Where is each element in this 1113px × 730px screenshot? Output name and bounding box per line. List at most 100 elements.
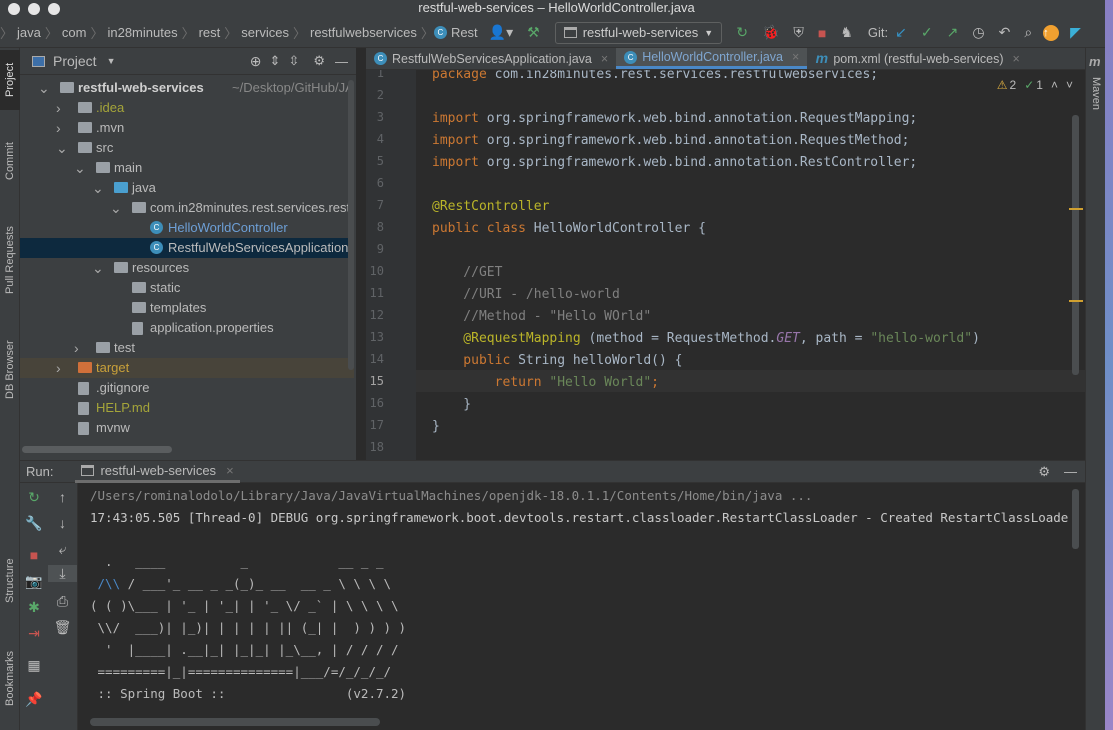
locate-icon[interactable]: ⊕ bbox=[250, 53, 262, 70]
search-icon[interactable]: ⌕ bbox=[1024, 24, 1032, 41]
git-commit-icon[interactable]: ✓ bbox=[921, 24, 933, 41]
wrench-icon[interactable]: 🔧 bbox=[20, 515, 48, 532]
project-view-selector[interactable]: Project bbox=[53, 53, 97, 69]
console-vertical-scrollbar[interactable] bbox=[1072, 489, 1079, 549]
rerun-icon[interactable]: ↻ bbox=[20, 489, 48, 506]
hide-icon[interactable]: — bbox=[335, 54, 348, 69]
trash-icon[interactable]: 🗑 bbox=[48, 619, 77, 636]
tree-item[interactable]: ⌄ src bbox=[20, 138, 354, 158]
chevron-down-icon[interactable]: ⌄ bbox=[56, 138, 68, 158]
rerun-icon[interactable]: ↻ bbox=[736, 24, 748, 41]
run-configuration-select[interactable]: restful-web-services ▼ bbox=[554, 21, 723, 44]
tree-item[interactable]: › .mvn bbox=[20, 118, 354, 138]
tree-item[interactable]: › .idea bbox=[20, 98, 354, 118]
stop-icon[interactable]: ■ bbox=[818, 25, 826, 41]
horizontal-scrollbar[interactable] bbox=[22, 446, 172, 453]
chevron-down-icon[interactable]: ⌄ bbox=[92, 258, 104, 278]
tree-item[interactable]: templates bbox=[20, 298, 354, 318]
soft-wrap-icon[interactable]: ⤶ bbox=[48, 541, 77, 558]
tree-item[interactable]: ⌄ main bbox=[20, 158, 354, 178]
breadcrumb-com[interactable]: com bbox=[62, 25, 87, 40]
chevron-down-icon[interactable]: ⌄ bbox=[38, 78, 50, 98]
git-push-icon[interactable]: ↗ bbox=[947, 24, 959, 41]
breadcrumb-rest[interactable]: rest bbox=[199, 25, 221, 40]
debug-bug-icon[interactable]: 🐞 bbox=[762, 24, 779, 41]
run-with-coverage-icon[interactable]: ⛨ bbox=[793, 24, 804, 41]
chevron-down-icon[interactable]: ⌄ bbox=[110, 198, 122, 218]
tool-tab-project[interactable]: Project bbox=[0, 50, 20, 110]
arrow-up-icon[interactable]: ↑ bbox=[48, 489, 77, 505]
update-icon[interactable]: ↑ bbox=[1043, 24, 1060, 41]
tree-item[interactable]: ⌄ java bbox=[20, 178, 354, 198]
user-icon[interactable]: 👤▾ bbox=[489, 24, 513, 41]
profiler-icon[interactable]: ♞ bbox=[840, 24, 853, 41]
tree-item[interactable]: C HelloWorldController bbox=[20, 218, 354, 238]
close-icon[interactable]: × bbox=[601, 52, 608, 66]
build-hammer-icon[interactable]: ⚒ bbox=[527, 24, 540, 41]
tree-item[interactable]: .gitignore bbox=[20, 378, 354, 398]
tree-item[interactable]: › test bbox=[20, 338, 354, 358]
tool-tab-structure[interactable]: Structure bbox=[0, 546, 20, 616]
collapse-all-icon[interactable]: ⇳ bbox=[288, 53, 299, 69]
tree-item[interactable]: mvnw bbox=[20, 418, 354, 438]
tree-item[interactable]: › target bbox=[20, 358, 354, 378]
breadcrumb-services[interactable]: services bbox=[241, 25, 289, 40]
close-icon[interactable]: × bbox=[1012, 52, 1019, 66]
print-icon[interactable]: ⎙ bbox=[48, 593, 77, 610]
git-history-icon[interactable]: ◷ bbox=[972, 24, 984, 41]
chevron-down-icon[interactable]: ⌄ bbox=[74, 158, 86, 178]
code-with-me-icon[interactable]: ◤ bbox=[1070, 24, 1081, 41]
breadcrumb-restfulwebservices[interactable]: restfulwebservices bbox=[310, 25, 417, 40]
next-highlight-icon[interactable]: ˅ bbox=[1066, 78, 1073, 92]
run-tab[interactable]: restful-web-services × bbox=[75, 461, 240, 483]
chevron-right-icon[interactable]: › bbox=[56, 358, 66, 378]
gear-icon[interactable]: ⚙ bbox=[1038, 464, 1050, 480]
tree-item[interactable]: static bbox=[20, 278, 354, 298]
gear-icon[interactable]: ⚙ bbox=[313, 53, 325, 69]
minimize-window-button[interactable] bbox=[28, 3, 40, 15]
tool-tab-bookmarks[interactable]: Bookmarks bbox=[0, 638, 20, 718]
chevron-right-icon[interactable]: › bbox=[74, 338, 84, 358]
inspection-widget[interactable]: ⚠ 2 ✓ 1 ˄ ˅ bbox=[997, 78, 1073, 92]
chevron-down-icon[interactable]: ▼ bbox=[107, 56, 116, 66]
breadcrumb-java[interactable]: java bbox=[17, 25, 41, 40]
stop-icon[interactable]: ■ bbox=[20, 547, 48, 563]
chevron-right-icon[interactable]: › bbox=[56, 118, 66, 138]
editor-tab[interactable]: m pom.xml (restful-web-services) × bbox=[807, 48, 1027, 69]
debug-attach-icon[interactable]: ✱ bbox=[20, 599, 48, 616]
scroll-to-end-icon[interactable]: ⤓ bbox=[48, 565, 77, 582]
tool-tab-commit[interactable]: Commit bbox=[0, 130, 20, 192]
chevron-down-icon[interactable]: ⌄ bbox=[92, 178, 104, 198]
camera-icon[interactable]: 📷 bbox=[20, 573, 48, 590]
tree-item[interactable]: C RestfulWebServicesApplication bbox=[20, 238, 354, 258]
previous-highlight-icon[interactable]: ˄ bbox=[1051, 78, 1058, 92]
breadcrumb-in28minutes[interactable]: in28minutes bbox=[107, 25, 177, 40]
expand-all-icon[interactable]: ⇕ bbox=[270, 53, 281, 69]
tree-item[interactable]: application.properties bbox=[20, 318, 354, 338]
hide-icon[interactable]: — bbox=[1064, 464, 1077, 479]
console-output[interactable]: /Users/rominalodolo/Library/Java/JavaVir… bbox=[90, 485, 1070, 715]
tool-tab-db-browser[interactable]: DB Browser bbox=[0, 330, 20, 410]
tree-item[interactable]: ⌄ restful-web-services ~/Desktop/GitHub/JA bbox=[20, 78, 354, 98]
tool-tab-maven[interactable]: Maven bbox=[1086, 72, 1106, 116]
chevron-right-icon[interactable]: › bbox=[56, 98, 66, 118]
git-update-icon[interactable]: ↙ bbox=[895, 24, 907, 41]
tree-item[interactable]: ⌄ com.in28minutes.rest.services.restfulwe… bbox=[20, 198, 354, 218]
layout-icon[interactable]: ▦ bbox=[20, 657, 48, 674]
editor-tab[interactable]: C HelloWorldController.java × bbox=[616, 48, 808, 69]
pin-icon[interactable]: 📌 bbox=[20, 691, 48, 708]
tree-item[interactable]: ⌄ resources bbox=[20, 258, 354, 278]
close-icon[interactable]: × bbox=[792, 50, 799, 64]
rollback-icon[interactable]: ↶ bbox=[999, 24, 1011, 41]
breadcrumb-class[interactable]: Rest bbox=[451, 25, 478, 40]
tool-tab-pull-requests[interactable]: Pull Requests bbox=[0, 210, 20, 310]
tree-item[interactable]: HELP.md bbox=[20, 398, 354, 418]
tree-item-label: HELP.md bbox=[96, 400, 150, 415]
close-window-button[interactable] bbox=[8, 3, 20, 15]
exit-icon[interactable]: ⇥ bbox=[20, 625, 48, 642]
arrow-down-icon[interactable]: ↓ bbox=[48, 515, 77, 531]
editor-tab[interactable]: C RestfulWebServicesApplication.java × bbox=[366, 48, 616, 69]
close-icon[interactable]: × bbox=[226, 463, 234, 478]
zoom-window-button[interactable] bbox=[48, 3, 60, 15]
console-horizontal-scrollbar[interactable] bbox=[90, 718, 380, 726]
